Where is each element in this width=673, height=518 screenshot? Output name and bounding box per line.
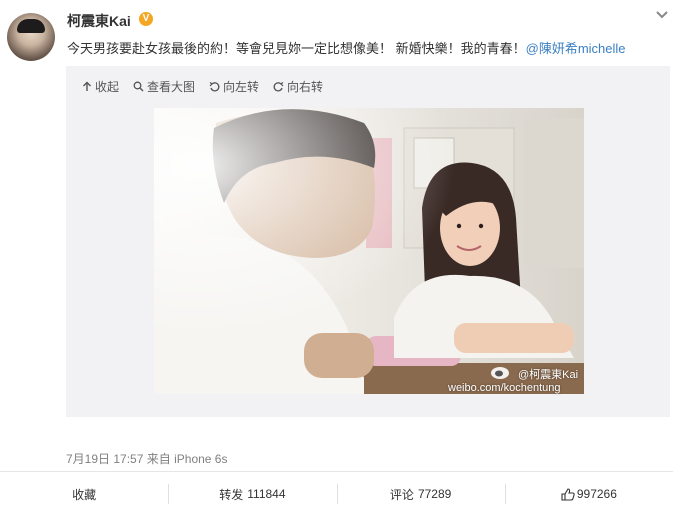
mention-link[interactable]: @陳妍希michelle [526,41,626,56]
comment-label: 评论 [389,487,414,502]
weibo-logo-icon [491,367,509,379]
favorite-button[interactable]: 收藏 [0,472,168,516]
post-photo[interactable] [154,108,584,394]
avatar-hair [17,19,45,33]
watermark-url: weibo.com/kochentung [448,382,561,394]
like-button[interactable]: 997266 [504,472,673,516]
photo-glow [154,108,584,394]
post-meta: 7月19日 17:57 来自 iPhone 6s [66,450,227,467]
post-time: 17:57 [113,452,144,466]
collapse-label: 收起 [95,79,120,94]
rotate-left-button[interactable]: 向左转 [209,78,259,95]
post-source-prefix: 来自 [146,452,171,466]
repost-button[interactable]: 转发 111844 [168,472,336,516]
favorite-label: 收藏 [72,487,97,502]
action-bar: 收藏 转发 111844 评论 77289 997266 [0,472,673,516]
view-large-button[interactable]: 查看大图 [133,78,195,95]
post-text: 今天男孩要赴女孩最後的約！等會兒見妳一定比想像美！ 新婚快樂！我的青春！@陳妍希… [67,38,626,57]
thumbs-up-icon [561,487,575,501]
like-count: 997266 [576,487,617,501]
watermark-handle: @柯震東Kai [518,369,579,381]
rotate-right-label: 向右转 [287,79,324,94]
comment-button[interactable]: 评论 77289 [336,472,505,516]
view-large-label: 查看大图 [147,79,196,94]
comment-count: 77289 [417,487,452,501]
repost-count: 111844 [247,487,286,501]
chevron-down-icon[interactable] [654,8,670,22]
avatar[interactable] [7,13,55,61]
post-device[interactable]: iPhone 6s [174,452,227,466]
rotate-right-button[interactable]: 向右转 [273,78,323,95]
arrow-up-icon [83,81,91,91]
username[interactable]: 柯震東Kai [67,11,131,31]
repost-label: 转发 [219,487,244,502]
rotate-left-label: 向左转 [223,79,260,94]
image-toolbar: 收起 查看大图 向左转 向右转 [82,78,323,94]
post-body: 今天男孩要赴女孩最後的約！等會兒見妳一定比想像美！ 新婚快樂！我的青春！ [67,41,526,56]
verified-badge-icon: V [139,12,153,26]
rotate-left-icon [209,81,220,91]
post-date: 7月19日 [66,452,111,466]
rotate-right-icon [273,81,284,91]
collapse-button[interactable]: 收起 [82,78,119,95]
magnifier-icon [133,81,144,91]
